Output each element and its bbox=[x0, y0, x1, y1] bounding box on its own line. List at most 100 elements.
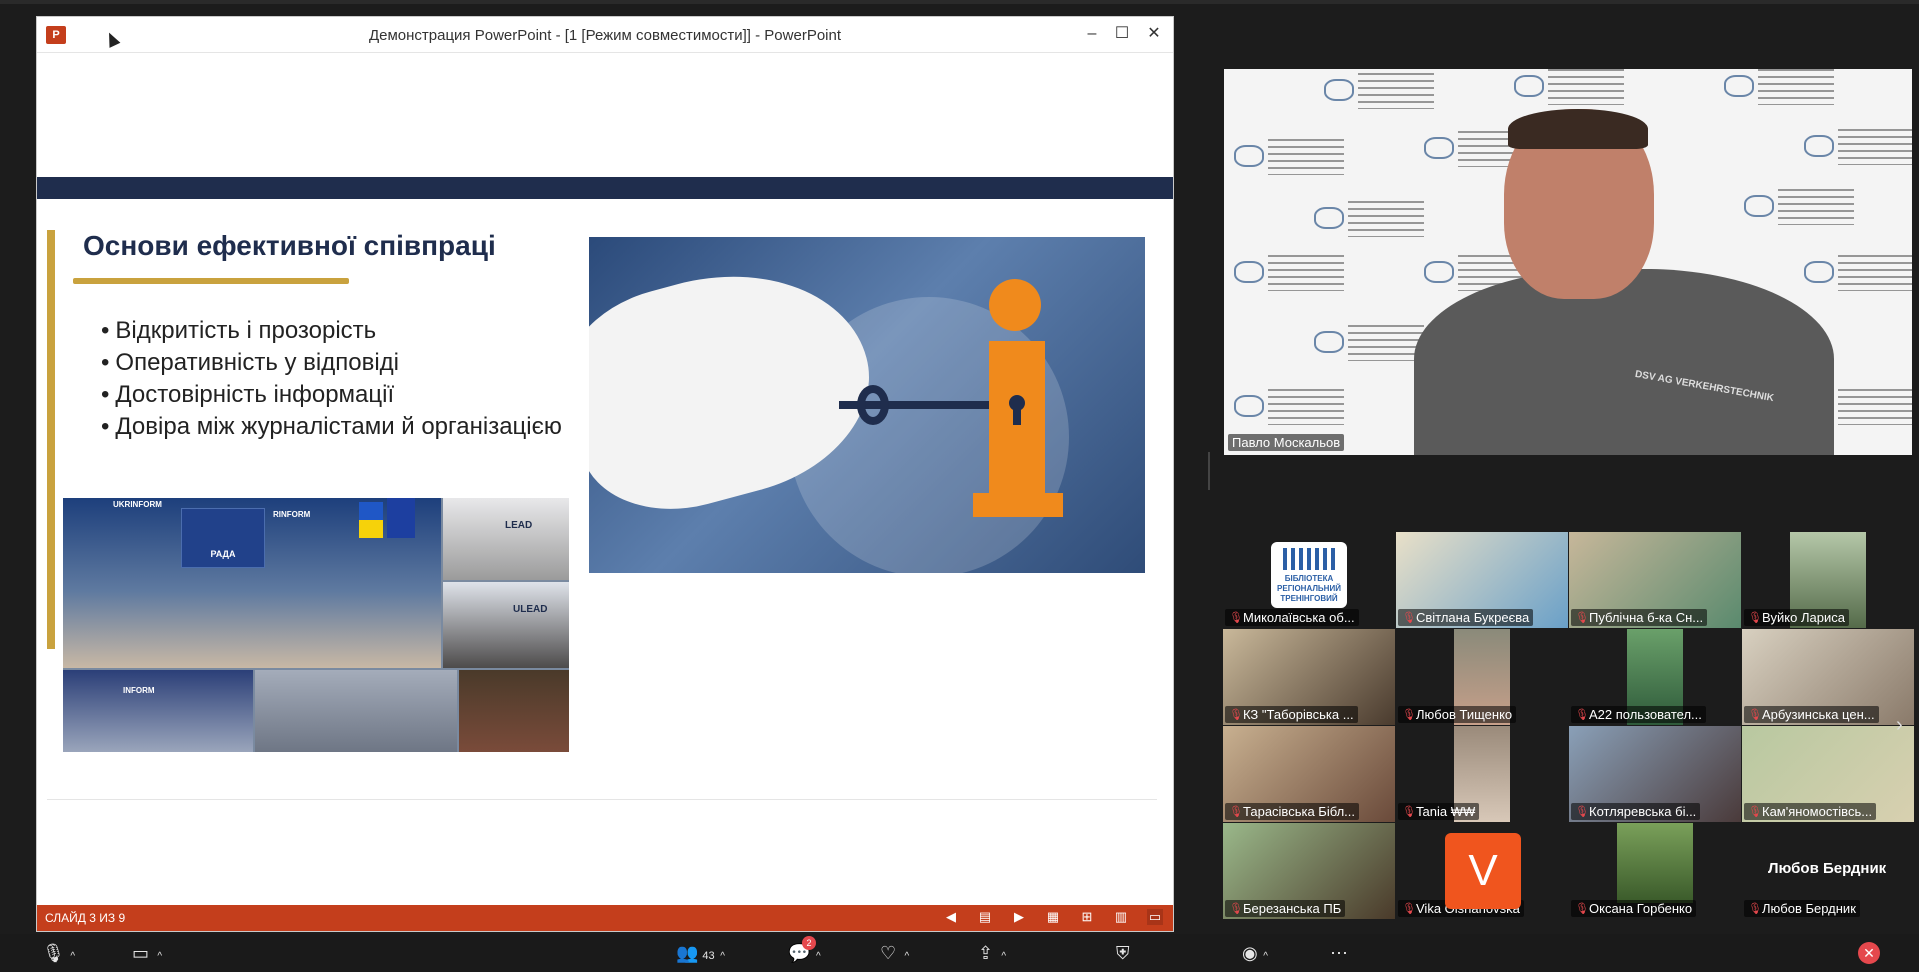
watermark-logo bbox=[1324, 73, 1434, 109]
meeting-photo bbox=[255, 670, 457, 752]
ppt-statusbar: СЛАЙД 3 ИЗ 9 ◀ ▤ ▶ ▦ ⊞ ▥ ▭ bbox=[37, 905, 1173, 931]
participant-tile[interactable]: 🎙 Світлана Букреєва bbox=[1396, 532, 1568, 628]
participants-count: 43 bbox=[702, 950, 715, 962]
slide-title: Основи ефективної співпраці bbox=[83, 230, 496, 261]
ukrinform-label: UKRINFORM bbox=[113, 500, 162, 509]
screen: P Демонстрация PowerPoint - [1 [Режим со… bbox=[0, 0, 1919, 972]
mic-off-icon: 🎙 bbox=[1402, 611, 1416, 624]
watermark-logo bbox=[1314, 325, 1424, 361]
participant-name: 🎙 Тарасівська Бібл... bbox=[1225, 803, 1359, 820]
chat-button[interactable]: 💬 2 ^ bbox=[788, 936, 821, 964]
participant-tile[interactable]: 🎙 Березанська ПБ bbox=[1223, 823, 1395, 919]
participant-name: 🎙 Світлана Букреєва bbox=[1398, 609, 1534, 626]
watermark-logo bbox=[1234, 389, 1344, 425]
library-logo: БІБЛІОТЕКА РЕГІОНАЛЬНИЙ ТРЕНІНГОВИЙ bbox=[1271, 542, 1347, 608]
slide-bullet-list: Відкритість і прозорість Оперативність у… bbox=[101, 315, 562, 443]
participant-name: 🎙 Кам'яномостівсь... bbox=[1744, 803, 1877, 820]
mic-off-icon: 🎙 bbox=[1748, 708, 1762, 721]
chat-badge: 2 bbox=[802, 936, 816, 950]
bullet-item: Відкритість і прозорість bbox=[101, 315, 562, 347]
participant-name: 🎙 Публічна б-ка Сн... bbox=[1571, 609, 1708, 626]
maximize-icon[interactable]: ☐ bbox=[1107, 21, 1137, 47]
participant-avatar: V bbox=[1445, 833, 1521, 909]
mic-off-icon: 🎙 bbox=[1229, 611, 1243, 624]
mic-off-icon: 🎙 bbox=[1229, 902, 1243, 915]
security-shield-icon[interactable]: ⛨ bbox=[1116, 942, 1130, 964]
slide-menu-icon[interactable]: ▤ bbox=[977, 909, 993, 925]
reactions-button[interactable]: ♡ ^ bbox=[880, 942, 909, 964]
mic-off-icon: 🎙 bbox=[1575, 902, 1589, 915]
minimize-icon[interactable]: – bbox=[1077, 21, 1107, 47]
mic-off-icon: 🎙 bbox=[1575, 805, 1589, 818]
previous-slide-icon[interactable]: ◀ bbox=[943, 909, 959, 925]
participant-tile[interactable]: 🎙 Любов Тищенко bbox=[1396, 629, 1568, 725]
participant-tile[interactable]: 🎙 КЗ "Таборівська ... bbox=[1223, 629, 1395, 725]
leave-meeting-button[interactable]: ✕ bbox=[1858, 942, 1880, 964]
info-icon-dot bbox=[989, 279, 1041, 331]
participant-tile[interactable]: 🎙 Котляревська бі... bbox=[1569, 726, 1741, 822]
slide-divider bbox=[47, 799, 1157, 800]
participant-tile[interactable]: 🎙 Оксана Горбенко bbox=[1569, 823, 1741, 919]
participant-tile[interactable]: 🎙 Кам'яномостівсь... bbox=[1742, 726, 1914, 822]
panel-resize-handle[interactable] bbox=[1208, 452, 1210, 490]
participant-tile[interactable]: 🎙 Публічна б-ка Сн... bbox=[1569, 532, 1741, 628]
briefing-photo: INFORM bbox=[63, 670, 253, 752]
participant-tile[interactable]: 🎙 Tania ₩₩ bbox=[1396, 726, 1568, 822]
bullet-item: Довіра між журналістами й організацією bbox=[101, 411, 561, 443]
slideshow-view-icon[interactable]: ▭ bbox=[1147, 909, 1163, 925]
mic-off-icon: 🎙 bbox=[1748, 805, 1762, 818]
speaker-hair bbox=[1508, 109, 1648, 149]
close-icon[interactable]: ✕ bbox=[1139, 21, 1169, 47]
mic-off-button[interactable]: 🎙 ^ bbox=[42, 942, 75, 964]
record-button[interactable]: ◉ ^ bbox=[1242, 942, 1268, 964]
participant-name: 🎙 Любов Тищенко bbox=[1398, 706, 1517, 723]
watermark-logo bbox=[1804, 129, 1912, 165]
press-conference-photo: РАДА UKRINFORM RINFORM bbox=[63, 498, 441, 668]
ppt-titlebar: P Демонстрация PowerPoint - [1 [Режим со… bbox=[37, 17, 1173, 53]
key-icon bbox=[857, 385, 889, 425]
participant-tile[interactable]: 🎙 Арбузинська цен... bbox=[1742, 629, 1914, 725]
speaker-body bbox=[1414, 269, 1834, 455]
top-strip bbox=[0, 0, 1919, 4]
participant-tile[interactable]: 🎙 A22 пользовател... bbox=[1569, 629, 1741, 725]
participant-display-name: Любов Бердник bbox=[1768, 860, 1887, 877]
watermark-logo bbox=[1724, 69, 1834, 105]
rada-banner: РАДА bbox=[181, 508, 265, 568]
watermark-logo bbox=[1514, 69, 1624, 105]
participant-tile[interactable]: 🎙 Тарасівська Бібл... bbox=[1223, 726, 1395, 822]
ukraine-flag bbox=[359, 502, 383, 538]
participant-name: 🎙 Любов Бердник bbox=[1744, 900, 1860, 917]
participant-name: 🎙 Котляревська бі... bbox=[1571, 803, 1701, 820]
share-screen-button[interactable]: ⇪ ^ bbox=[978, 942, 1006, 964]
participant-name: 🎙 Миколаївська об... bbox=[1225, 609, 1359, 626]
keyhole-slot bbox=[1013, 407, 1021, 425]
meeting-toolbar: 🎙 ^ ▭ ^ 👥 43 ^ 💬 2 ^ ♡ ^ ⇪ ^ ⛨ ◉ ^ ⋯ ✕ bbox=[0, 934, 1919, 972]
ulead-label: ULEAD bbox=[513, 604, 548, 615]
participant-name: 🎙 A22 пользовател... bbox=[1571, 706, 1706, 723]
reading-view-icon[interactable]: ▥ bbox=[1113, 909, 1129, 925]
mic-off-icon: 🎙 bbox=[1402, 708, 1416, 721]
camera-off-button[interactable]: ▭ ^ bbox=[132, 942, 162, 964]
watermark-logo bbox=[1234, 255, 1344, 291]
next-slide-icon[interactable]: ▶ bbox=[1011, 909, 1027, 925]
watermark-logo bbox=[1234, 139, 1344, 175]
window-title: Демонстрация PowerPoint - [1 [Режим совм… bbox=[368, 27, 842, 44]
participant-tile[interactable]: 🎙 Вуйко Лариса bbox=[1742, 532, 1914, 628]
more-options-icon[interactable]: ⋯ bbox=[1330, 942, 1348, 964]
slide-title-underline bbox=[73, 278, 349, 284]
mic-off-icon: 🎙 bbox=[1402, 902, 1416, 915]
photo-collage: РАДА UKRINFORM RINFORM LEAD ULEAD INFORM bbox=[63, 498, 569, 752]
normal-view-icon[interactable]: ▦ bbox=[1045, 909, 1061, 925]
info-icon-base bbox=[973, 493, 1063, 517]
slide-header-band bbox=[37, 177, 1173, 199]
chevron-right-icon[interactable]: › bbox=[1896, 714, 1903, 737]
lead-label: LEAD bbox=[505, 520, 533, 531]
participants-button[interactable]: 👥 43 ^ bbox=[676, 942, 725, 964]
active-speaker-video[interactable]: DSV AG VERKEHRSTECHNIK Павло Москальов bbox=[1224, 69, 1912, 455]
mic-off-icon: 🎙 bbox=[1229, 805, 1243, 818]
presenter-photo bbox=[459, 670, 569, 752]
mic-off-icon: 🎙 bbox=[1748, 611, 1762, 624]
mic-off-icon: 🎙 bbox=[1402, 805, 1416, 818]
slide-sorter-icon[interactable]: ⊞ bbox=[1079, 909, 1095, 925]
bullet-item: Достовірність інформації bbox=[101, 379, 562, 411]
